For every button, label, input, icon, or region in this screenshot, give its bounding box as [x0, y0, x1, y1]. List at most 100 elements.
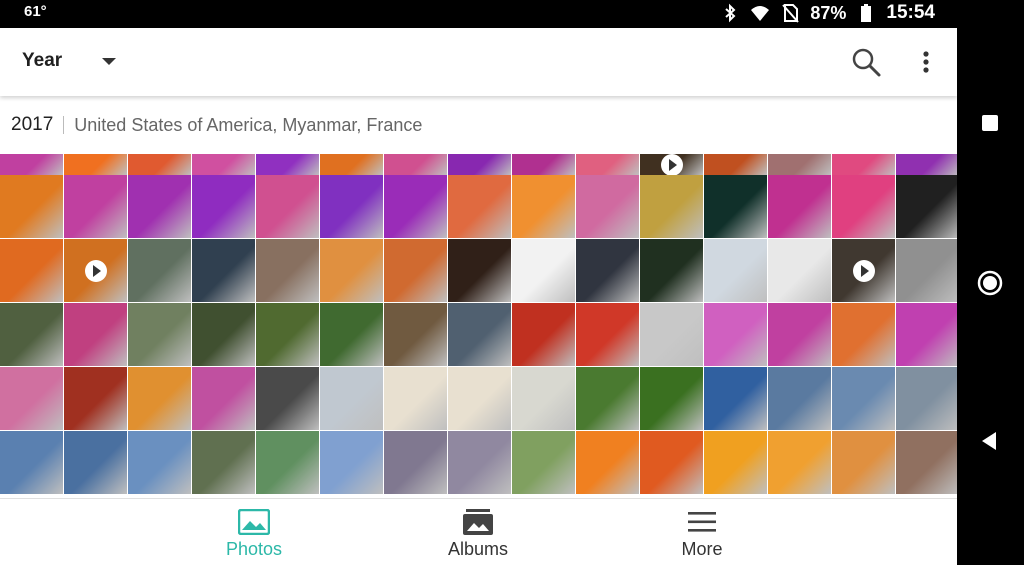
photo-thumbnail[interactable] — [64, 154, 127, 175]
photo-thumbnail[interactable] — [320, 431, 383, 494]
photo-thumbnail[interactable] — [64, 367, 127, 430]
photo-thumbnail[interactable] — [768, 303, 831, 366]
photo-thumbnail[interactable] — [768, 175, 831, 238]
photo-thumbnail[interactable] — [320, 303, 383, 366]
photo-thumbnail[interactable] — [704, 154, 767, 175]
photo-thumbnail[interactable] — [320, 239, 383, 302]
photo-thumbnail[interactable] — [0, 367, 63, 430]
photo-thumbnail[interactable] — [832, 367, 895, 430]
photo-thumbnail[interactable] — [64, 239, 127, 302]
photo-thumbnail[interactable] — [512, 239, 575, 302]
photo-thumbnail[interactable] — [448, 154, 511, 175]
photo-thumbnail[interactable] — [640, 303, 703, 366]
photo-thumbnail[interactable] — [576, 431, 639, 494]
photo-thumbnail[interactable] — [832, 431, 895, 494]
nav-albums[interactable]: Albums — [378, 499, 578, 565]
photo-thumbnail[interactable] — [384, 367, 447, 430]
more-vert-icon[interactable] — [916, 46, 936, 78]
photo-thumbnail[interactable] — [448, 303, 511, 366]
photo-thumbnail[interactable] — [704, 367, 767, 430]
photo-thumbnail[interactable] — [0, 431, 63, 494]
photo-thumbnail[interactable] — [576, 175, 639, 238]
photo-thumbnail[interactable] — [704, 303, 767, 366]
photo-thumbnail[interactable] — [448, 367, 511, 430]
photo-thumbnail[interactable] — [256, 367, 319, 430]
photo-thumbnail[interactable] — [320, 367, 383, 430]
photo-thumbnail[interactable] — [576, 154, 639, 175]
photo-thumbnail[interactable] — [576, 239, 639, 302]
photo-thumbnail[interactable] — [832, 303, 895, 366]
photo-thumbnail[interactable] — [64, 303, 127, 366]
photo-thumbnail[interactable] — [512, 175, 575, 238]
photo-thumbnail[interactable] — [768, 239, 831, 302]
photo-thumbnail[interactable] — [128, 431, 191, 494]
photo-thumbnail[interactable] — [0, 239, 63, 302]
photo-thumbnail[interactable] — [448, 431, 511, 494]
photo-thumbnail[interactable] — [256, 431, 319, 494]
photo-thumbnail[interactable] — [832, 154, 895, 175]
photo-thumbnail[interactable] — [768, 154, 831, 175]
photo-thumbnail[interactable] — [896, 239, 957, 302]
recents-icon[interactable] — [975, 108, 1005, 138]
photo-thumbnail[interactable] — [896, 303, 957, 366]
photo-thumbnail[interactable] — [832, 239, 895, 302]
photo-thumbnail[interactable] — [896, 154, 957, 175]
photo-thumbnail[interactable] — [192, 239, 255, 302]
photo-thumbnail[interactable] — [512, 431, 575, 494]
search-icon[interactable] — [850, 46, 882, 78]
home-icon[interactable] — [975, 268, 1005, 298]
photo-thumbnail[interactable] — [384, 175, 447, 238]
photo-thumbnail[interactable] — [576, 367, 639, 430]
nav-photos[interactable]: Photos — [154, 499, 354, 565]
photo-thumbnail[interactable] — [896, 367, 957, 430]
back-icon[interactable] — [975, 426, 1005, 456]
photo-thumbnail[interactable] — [64, 431, 127, 494]
photo-thumbnail[interactable] — [192, 431, 255, 494]
photo-thumbnail[interactable] — [384, 239, 447, 302]
view-mode-dropdown[interactable]: Year — [22, 50, 117, 72]
photo-thumbnail[interactable] — [512, 367, 575, 430]
photo-thumbnail[interactable] — [0, 303, 63, 366]
photo-thumbnail[interactable] — [448, 239, 511, 302]
photo-thumbnail[interactable] — [832, 175, 895, 238]
photo-thumbnail[interactable] — [0, 175, 63, 238]
photo-thumbnail[interactable] — [384, 154, 447, 175]
photo-thumbnail[interactable] — [704, 431, 767, 494]
photo-thumbnail[interactable] — [192, 154, 255, 175]
photo-thumbnail[interactable] — [640, 367, 703, 430]
photo-thumbnail[interactable] — [0, 154, 63, 175]
photo-thumbnail[interactable] — [704, 175, 767, 238]
photo-thumbnail[interactable] — [128, 303, 191, 366]
photo-thumbnail[interactable] — [320, 175, 383, 238]
play-icon — [660, 154, 683, 176]
photo-thumbnail[interactable] — [768, 367, 831, 430]
photo-thumbnail[interactable] — [896, 175, 957, 238]
photo-thumbnail[interactable] — [192, 367, 255, 430]
photo-thumbnail[interactable] — [576, 303, 639, 366]
photo-thumbnail[interactable] — [256, 303, 319, 366]
photo-thumbnail[interactable] — [448, 175, 511, 238]
photo-thumbnail[interactable] — [64, 175, 127, 238]
photo-thumbnail[interactable] — [256, 175, 319, 238]
photo-thumbnail[interactable] — [192, 303, 255, 366]
photo-thumbnail[interactable] — [384, 431, 447, 494]
photo-thumbnail[interactable] — [640, 239, 703, 302]
photo-thumbnail[interactable] — [384, 303, 447, 366]
photo-thumbnail[interactable] — [256, 239, 319, 302]
photo-thumbnail[interactable] — [640, 154, 703, 176]
photo-thumbnail[interactable] — [128, 367, 191, 430]
photo-thumbnail[interactable] — [704, 239, 767, 302]
photo-thumbnail[interactable] — [128, 154, 191, 175]
nav-more[interactable]: More — [602, 499, 802, 565]
photo-thumbnail[interactable] — [640, 431, 703, 494]
photo-thumbnail[interactable] — [768, 431, 831, 494]
photo-thumbnail[interactable] — [320, 154, 383, 175]
photo-thumbnail[interactable] — [640, 175, 703, 238]
photo-thumbnail[interactable] — [256, 154, 319, 175]
photo-thumbnail[interactable] — [512, 303, 575, 366]
photo-thumbnail[interactable] — [896, 431, 957, 494]
photo-thumbnail[interactable] — [512, 154, 575, 175]
photo-thumbnail[interactable] — [128, 239, 191, 302]
photo-thumbnail[interactable] — [192, 175, 255, 238]
photo-thumbnail[interactable] — [128, 175, 191, 238]
